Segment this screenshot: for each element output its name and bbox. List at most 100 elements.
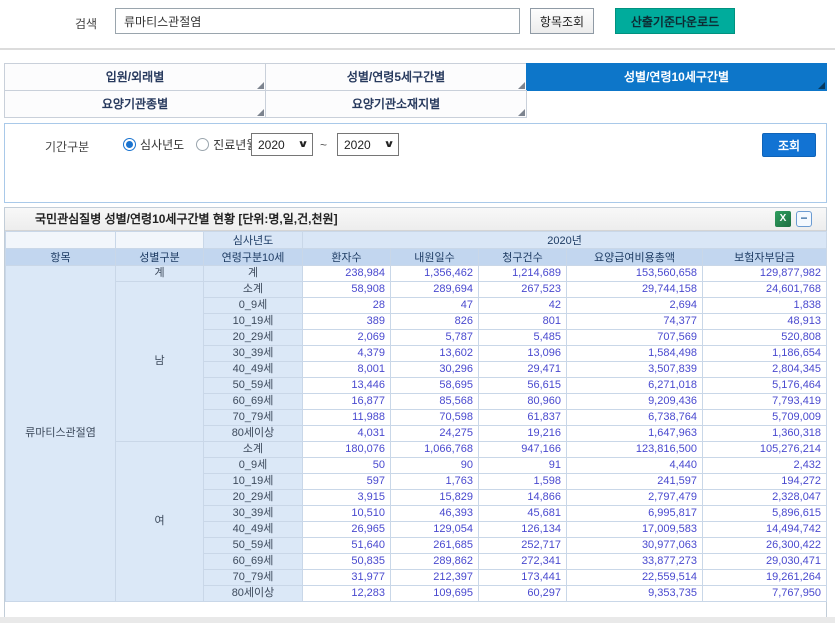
col-header-visit-days: 내원일수 [391,249,479,266]
value-cell: 123,816,500 [567,442,703,458]
value-cell: 30,977,063 [567,538,703,554]
value-cell: 48,913 [703,314,827,330]
age-group-cell: 40_49세 [204,522,303,538]
header-row-year: 심사년도 2020년 [6,232,827,249]
result-table: 심사년도 2020년 항목 성별구분 연령구분10세 환자수 내원일수 청구건수… [5,231,827,602]
value-cell: 1,763 [391,474,479,490]
age-group-cell: 10_19세 [204,314,303,330]
value-cell: 194,272 [703,474,827,490]
age-group-cell: 20_29세 [204,330,303,346]
age-group-cell: 40_49세 [204,362,303,378]
value-cell: 70,598 [391,410,479,426]
divider [0,48,835,50]
value-cell: 180,076 [303,442,391,458]
value-cell: 109,695 [391,586,479,602]
period-type-label: 기간구분 [45,138,89,155]
value-cell: 14,494,742 [703,522,827,538]
radio-treatment-month[interactable] [196,138,209,151]
age-group-cell: 80세이상 [204,426,303,442]
value-cell: 597 [303,474,391,490]
value-cell: 14,866 [479,490,567,506]
value-cell: 7,793,419 [703,394,827,410]
value-cell: 6,995,817 [567,506,703,522]
value-cell: 3,507,839 [567,362,703,378]
value-cell: 289,694 [391,282,479,298]
value-cell: 252,717 [479,538,567,554]
header-review-year: 심사년도 [204,232,303,249]
age-group-cell: 70_79세 [204,410,303,426]
radio-review-year[interactable] [123,138,136,151]
value-cell: 1,584,498 [567,346,703,362]
value-cell: 15,829 [391,490,479,506]
age-group-cell: 50_59세 [204,538,303,554]
period-radio-group: 심사년도 진료년월 [123,136,265,153]
value-cell: 2,432 [703,458,827,474]
age-group-cell: 30_39세 [204,346,303,362]
year-to-select[interactable]: 2020 ∨ [337,133,399,156]
value-cell: 50,835 [303,554,391,570]
criteria-download-button[interactable]: 산출기준다운로드 [615,8,735,34]
value-cell: 3,915 [303,490,391,506]
table-title: 국민관심질병 성별/연령10세구간별 현황 [단위:명,일,건,천원] [35,208,338,230]
value-cell: 51,640 [303,538,391,554]
value-cell: 58,695 [391,378,479,394]
page: 검색 항목조회 산출기준다운로드 입원/외래별 성별/연령5세구간별 성별/연령… [0,0,835,623]
tab-gender-age5[interactable]: 성별/연령5세구간별 [265,63,527,91]
value-cell: 1,214,689 [479,266,567,282]
item-lookup-button[interactable]: 항목조회 [530,8,594,34]
gender-cell: 여 [116,442,204,602]
value-cell: 4,031 [303,426,391,442]
collapse-minus-icon[interactable]: − [796,211,812,227]
value-cell: 267,523 [479,282,567,298]
age-group-cell: 0_9세 [204,298,303,314]
value-cell: 91 [479,458,567,474]
value-cell: 5,896,615 [703,506,827,522]
value-cell: 1,838 [703,298,827,314]
value-cell: 29,744,158 [567,282,703,298]
value-cell: 26,965 [303,522,391,538]
year-from-select[interactable]: 2020 ∨ [251,133,313,156]
header-spacer [6,232,116,249]
value-cell: 19,216 [479,426,567,442]
value-cell: 5,787 [391,330,479,346]
value-cell: 11,988 [303,410,391,426]
tab-institution-type[interactable]: 요양기관종별 [4,90,266,118]
value-cell: 5,485 [479,330,567,346]
tab-gender-age10[interactable]: 성별/연령10세구간별 [526,63,827,91]
age-group-cell: 30_39세 [204,506,303,522]
value-cell: 520,808 [703,330,827,346]
tab-inpatient-outpatient[interactable]: 입원/외래별 [4,63,266,91]
age-group-cell: 소계 [204,442,303,458]
gender-cell: 남 [116,282,204,442]
value-cell: 13,446 [303,378,391,394]
value-cell: 17,009,583 [567,522,703,538]
value-cell: 46,393 [391,506,479,522]
value-cell: 29,471 [479,362,567,378]
col-header-total-cost: 요양급여비용총액 [567,249,703,266]
value-cell: 2,069 [303,330,391,346]
value-cell: 22,559,514 [567,570,703,586]
value-cell: 50 [303,458,391,474]
value-cell: 24,275 [391,426,479,442]
value-cell: 85,568 [391,394,479,410]
value-cell: 238,984 [303,266,391,282]
age-group-cell: 50_59세 [204,378,303,394]
query-button[interactable]: 조회 [762,133,816,157]
search-input[interactable] [115,8,520,34]
radio-review-year-label[interactable]: 심사년도 [140,136,184,153]
value-cell: 826 [391,314,479,330]
value-cell: 126,134 [479,522,567,538]
value-cell: 74,377 [567,314,703,330]
tab-institution-location[interactable]: 요양기관소재지별 [265,90,527,118]
age-group-cell: 20_29세 [204,490,303,506]
value-cell: 173,441 [479,570,567,586]
value-cell: 272,341 [479,554,567,570]
excel-download-icon[interactable]: X [775,211,791,227]
value-cell: 42 [479,298,567,314]
value-cell: 1,356,462 [391,266,479,282]
value-cell: 26,300,422 [703,538,827,554]
value-cell: 13,602 [391,346,479,362]
table-row: 류마티스관절염계계238,9841,356,4621,214,689153,56… [6,266,827,282]
value-cell: 212,397 [391,570,479,586]
item-cell: 류마티스관절염 [6,266,116,602]
